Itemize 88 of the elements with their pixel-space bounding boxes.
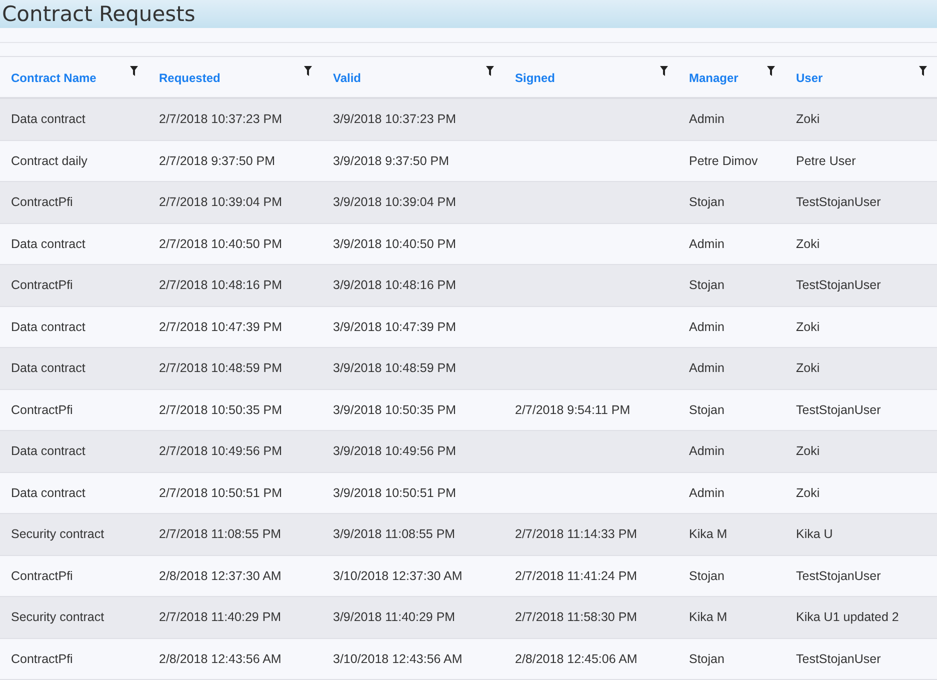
table-cell: Data contract xyxy=(11,320,86,334)
filter-icon[interactable] xyxy=(130,66,138,76)
table-cell: Admin xyxy=(689,486,724,500)
table-cell: Stojan xyxy=(689,402,724,417)
table-cell: 2/7/2018 10:49:56 PM xyxy=(159,444,282,458)
table-cell: ContractPfi xyxy=(11,195,73,210)
table-cell: 2/7/2018 11:41:24 PM xyxy=(515,568,638,583)
table-cell: Kika U xyxy=(796,527,833,542)
table-cell: 3/9/2018 11:40:29 PM xyxy=(333,610,456,624)
table-cell: 2/7/2018 11:58:30 PM xyxy=(515,610,638,624)
table-cell: 2/7/2018 9:54:11 PM xyxy=(515,402,630,417)
table-cell: Stojan xyxy=(689,195,724,210)
table-cell: Data contract xyxy=(11,236,86,251)
table-cell: Stojan xyxy=(689,278,724,292)
column-header[interactable]: Contract Name xyxy=(11,71,96,85)
table-cell: 3/9/2018 10:50:35 PM xyxy=(333,402,456,417)
table-cell: 3/10/2018 12:37:30 AM xyxy=(333,568,462,583)
table-cell: 2/7/2018 10:39:04 PM xyxy=(159,195,282,210)
table-cell: ContractPfi xyxy=(11,278,73,292)
table-cell: Stojan xyxy=(689,652,724,666)
table-cell: TestStojanUser xyxy=(796,278,881,292)
page-title: Contract Requests xyxy=(1,2,196,26)
table-cell: 2/8/2018 12:45:06 AM xyxy=(515,652,638,666)
table-cell: TestStojanUser xyxy=(796,568,881,583)
table-cell: 2/8/2018 12:37:30 AM xyxy=(159,568,282,583)
table-cell: 2/7/2018 10:48:59 PM xyxy=(159,361,282,376)
table-cell: 2/7/2018 10:37:23 PM xyxy=(159,112,282,126)
table-cell: 2/7/2018 10:48:16 PM xyxy=(159,278,282,292)
table-cell: Admin xyxy=(689,320,724,334)
table-cell: Security contract xyxy=(11,527,104,542)
table-cell: 3/9/2018 9:37:50 PM xyxy=(333,154,450,168)
table-cell: 3/9/2018 10:48:16 PM xyxy=(333,278,456,292)
table-cell: TestStojanUser xyxy=(796,652,881,666)
table-cell: 3/9/2018 11:08:55 PM xyxy=(333,527,456,542)
table-cell: Data contract xyxy=(11,444,86,458)
table-cell: 3/9/2018 10:39:04 PM xyxy=(333,195,456,210)
table-cell: Petre Dimov xyxy=(689,154,758,168)
table-cell: Zoki xyxy=(796,361,820,376)
table-cell: TestStojanUser xyxy=(796,402,881,417)
table-cell: 3/9/2018 10:48:59 PM xyxy=(333,361,456,376)
table-cell: Admin xyxy=(689,236,724,251)
column-header[interactable]: Manager xyxy=(689,71,738,85)
table-cell: ContractPfi xyxy=(11,402,73,417)
table-cell: Zoki xyxy=(796,444,820,458)
table-cell: 2/7/2018 10:50:51 PM xyxy=(159,486,282,500)
filter-icon[interactable] xyxy=(304,66,312,76)
table-cell: Data contract xyxy=(11,361,86,376)
column-header[interactable]: Requested xyxy=(159,71,220,85)
table-cell: Security contract xyxy=(11,610,104,624)
filter-icon[interactable] xyxy=(767,66,775,76)
table-cell: Stojan xyxy=(689,568,724,583)
table-cell: 2/7/2018 10:47:39 PM xyxy=(159,320,282,334)
table-cell: Contract daily xyxy=(11,154,88,168)
table-cell: Zoki xyxy=(796,486,820,500)
table-cell: 2/7/2018 10:40:50 PM xyxy=(159,236,282,251)
filter-icon[interactable] xyxy=(660,66,668,76)
table-cell: ContractPfi xyxy=(11,568,73,583)
table-cell: Kika M xyxy=(689,527,728,542)
table-cell: Kika M xyxy=(689,610,728,624)
table-cell: 2/7/2018 10:50:35 PM xyxy=(159,402,282,417)
table-cell: Zoki xyxy=(796,112,820,126)
table-cell: 2/7/2018 11:14:33 PM xyxy=(515,527,638,542)
table-cell: Data contract xyxy=(11,112,86,126)
column-header[interactable]: Valid xyxy=(333,71,362,85)
table-cell: Petre User xyxy=(796,154,856,168)
table-cell: Zoki xyxy=(796,236,820,251)
table-cell: Admin xyxy=(689,444,724,458)
column-header[interactable]: Signed xyxy=(515,71,556,85)
table-cell: 2/8/2018 12:43:56 AM xyxy=(159,652,282,666)
table-cell: 3/9/2018 10:49:56 PM xyxy=(333,444,456,458)
column-header[interactable]: User xyxy=(796,71,823,85)
table-cell: 2/7/2018 11:40:29 PM xyxy=(159,610,282,624)
table-cell: TestStojanUser xyxy=(796,195,881,210)
table-cell: 3/10/2018 12:43:56 AM xyxy=(333,652,462,666)
filter-icon[interactable] xyxy=(486,66,494,76)
table-cell: Admin xyxy=(689,112,724,126)
table-cell: Kika U1 updated 2 xyxy=(796,610,899,624)
table-cell: Admin xyxy=(689,361,724,376)
table-cell: 3/9/2018 10:40:50 PM xyxy=(333,236,456,251)
table-cell: Zoki xyxy=(796,320,820,334)
table-cell: Data contract xyxy=(11,486,86,500)
table-cell: 3/9/2018 10:47:39 PM xyxy=(333,320,456,334)
table-cell: 2/7/2018 11:08:55 PM xyxy=(159,527,282,542)
table-cell: 3/9/2018 10:50:51 PM xyxy=(333,486,456,500)
table-cell: 3/9/2018 10:37:23 PM xyxy=(333,112,456,126)
table-cell: ContractPfi xyxy=(11,652,73,666)
table-cell: 2/7/2018 9:37:50 PM xyxy=(159,154,276,168)
filter-icon[interactable] xyxy=(919,66,927,76)
